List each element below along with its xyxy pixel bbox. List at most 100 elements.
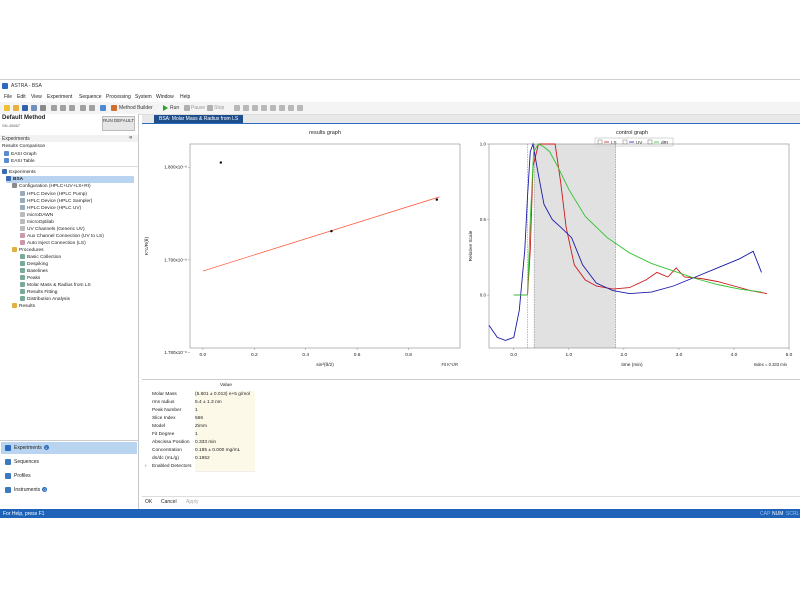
- tree-procedure-item[interactable]: Peaks: [20, 275, 40, 282]
- zoom-out-icon[interactable]: [252, 105, 258, 111]
- data-point[interactable]: [330, 229, 333, 233]
- connection-icon: [20, 240, 25, 245]
- x-tick-label: 0.4: [302, 352, 309, 358]
- tree-config-item[interactable]: UV Channels (Generic UV): [20, 226, 85, 233]
- menu-file[interactable]: File: [4, 94, 12, 100]
- menu-window[interactable]: Window: [156, 94, 174, 100]
- control-graph[interactable]: control graphLS UV dRI0.0 1.0 2.0 3.0 4.0 5.00.…: [467, 124, 800, 377]
- open-folder-icon[interactable]: [13, 105, 19, 111]
- run-icon[interactable]: [163, 105, 168, 111]
- tree-procedure-item[interactable]: Results Fitting: [20, 289, 57, 296]
- measure-icon[interactable]: [297, 105, 303, 111]
- property-name: Enabled Detectors: [152, 464, 192, 469]
- caps-indicator: CAP: [760, 510, 771, 517]
- experiments-icon: [2, 169, 7, 174]
- property-row[interactable]: Concentration 0.185 ± 0.000 mg/mL: [142, 447, 262, 456]
- property-row[interactable]: Fit Degree 1: [142, 431, 262, 440]
- property-row[interactable]: Model Zimm: [142, 423, 262, 432]
- experiments-nav-icon: [5, 445, 11, 451]
- tree-procedure-item[interactable]: Distribution Analysis: [20, 296, 70, 303]
- zoom-fit-icon[interactable]: [261, 105, 267, 111]
- copy-icon[interactable]: [60, 105, 66, 111]
- expand-chevron-icon[interactable]: ›: [145, 464, 147, 469]
- experiment-icon: [6, 176, 11, 181]
- run-default-button[interactable]: RUN DEFAULT: [102, 116, 135, 131]
- collapse-panel-icon[interactable]: «: [129, 135, 132, 141]
- redo-icon[interactable]: [89, 105, 95, 111]
- select-icon[interactable]: [288, 105, 294, 111]
- property-row[interactable]: dn/dc (mL/g) 0.1852: [142, 455, 262, 464]
- tree-experiments[interactable]: Experiments: [2, 169, 36, 176]
- property-row[interactable]: Enabled Detectors ›: [142, 463, 262, 472]
- menu-system[interactable]: System: [135, 94, 152, 100]
- property-row[interactable]: Peak Number 1: [142, 407, 262, 416]
- tree-config-item[interactable]: HPLC Device (HPLC Pump): [20, 191, 87, 198]
- tree-config-item[interactable]: microOptilab: [20, 219, 54, 226]
- tree-procedure-item[interactable]: Basic Collection: [20, 254, 61, 261]
- nav-profiles[interactable]: Profiles: [1, 470, 137, 482]
- data-point[interactable]: [435, 198, 439, 201]
- y-axis-label: Relative Scale: [468, 230, 474, 261]
- help-icon[interactable]: [100, 105, 106, 111]
- cursor-icon[interactable]: [279, 105, 285, 111]
- results-graph[interactable]: results graph 0.0 0.2 0.4 0.6 0.8 1.780x10⁻⁶ 1.…: [142, 124, 467, 377]
- data-point[interactable]: [219, 161, 223, 164]
- save-icon[interactable]: [22, 105, 28, 111]
- tree-bsa[interactable]: BSA: [6, 176, 134, 183]
- zoom-icon[interactable]: [234, 105, 240, 111]
- method-builder-icon[interactable]: [111, 105, 117, 111]
- menu-sequence[interactable]: Sequence: [79, 94, 102, 100]
- legend-checkbox[interactable]: [622, 139, 628, 145]
- property-name: Model: [152, 424, 166, 429]
- y-tick-label: 1.800x10⁻⁶: [164, 165, 187, 170]
- nav-experiments[interactable]: Experiments 1: [1, 442, 137, 454]
- print-icon[interactable]: [40, 105, 46, 111]
- tree-easi-table[interactable]: EASI Table: [4, 158, 35, 165]
- tree-results[interactable]: Results: [12, 303, 35, 310]
- paste-icon[interactable]: [69, 105, 75, 111]
- tree-config-item[interactable]: microDAWN: [20, 212, 53, 219]
- menu-bar: File Edit View Experiment Sequence Proce…: [0, 92, 800, 102]
- tree-procedure-item[interactable]: Molar Mass & Radius from LS: [20, 282, 91, 289]
- zoom-in-icon[interactable]: [243, 105, 249, 111]
- cancel-button[interactable]: Cancel: [161, 499, 177, 505]
- undo-icon[interactable]: [80, 105, 86, 111]
- property-row[interactable]: Abscissa Position 0.333 min: [142, 439, 262, 448]
- pause-button[interactable]: Pause: [191, 105, 205, 111]
- menu-edit[interactable]: Edit: [17, 94, 26, 100]
- property-row[interactable]: rms radius 5.4 ± 1.3 nm: [142, 399, 262, 408]
- nav-instruments[interactable]: Instruments 0: [1, 484, 137, 496]
- method-builder-button[interactable]: Method Builder: [119, 105, 153, 111]
- legend-checkbox[interactable]: [597, 139, 603, 145]
- menu-processing[interactable]: Processing: [106, 94, 131, 100]
- tree-results-comparison[interactable]: Results Comparison: [2, 144, 45, 151]
- x-tick-label: 2.0: [621, 352, 628, 358]
- tree-procedure-item[interactable]: Baselines: [20, 268, 48, 275]
- pan-icon[interactable]: [270, 105, 276, 111]
- tree-configuration[interactable]: Configuration (HPLC+UV+LS+RI): [12, 183, 91, 190]
- cut-icon[interactable]: [51, 105, 57, 111]
- property-row[interactable]: Molar Mass (5.601 ± 0.013) e+5 g/mol: [142, 391, 262, 400]
- tree-easi-graph[interactable]: EASI Graph: [4, 151, 37, 158]
- apply-button[interactable]: Apply: [186, 499, 199, 505]
- x-tick-label: 0.0: [510, 352, 517, 358]
- property-value[interactable]: [195, 463, 255, 472]
- tree-procedure-item[interactable]: Despiking: [20, 261, 48, 268]
- tree-config-item[interactable]: Aux Channel Connection (UV to LS): [20, 233, 104, 240]
- tree-config-item[interactable]: HPLC Device (HPLC UV): [20, 205, 81, 212]
- legend-checkbox[interactable]: [647, 139, 653, 145]
- menu-help[interactable]: Help: [180, 94, 190, 100]
- property-row[interactable]: Slice Index 566: [142, 415, 262, 424]
- nav-sequences[interactable]: Sequences: [1, 456, 137, 468]
- ok-button[interactable]: OK: [145, 499, 152, 505]
- tab-bsa-molar-mass[interactable]: BSA: Molar Mass & Radius from LS: [154, 115, 244, 123]
- menu-view[interactable]: View: [31, 94, 42, 100]
- tree-config-item[interactable]: Auto Inject Connection (LS): [20, 240, 86, 247]
- tree-procedures[interactable]: Procedures: [12, 247, 44, 254]
- stop-button[interactable]: Stop: [214, 105, 224, 111]
- tree-config-item[interactable]: HPLC Device (HPLC Sampler): [20, 198, 92, 205]
- save-all-icon[interactable]: [31, 105, 37, 111]
- new-icon[interactable]: [4, 105, 10, 111]
- run-button[interactable]: Run: [170, 105, 179, 111]
- menu-experiment[interactable]: Experiment: [47, 94, 72, 100]
